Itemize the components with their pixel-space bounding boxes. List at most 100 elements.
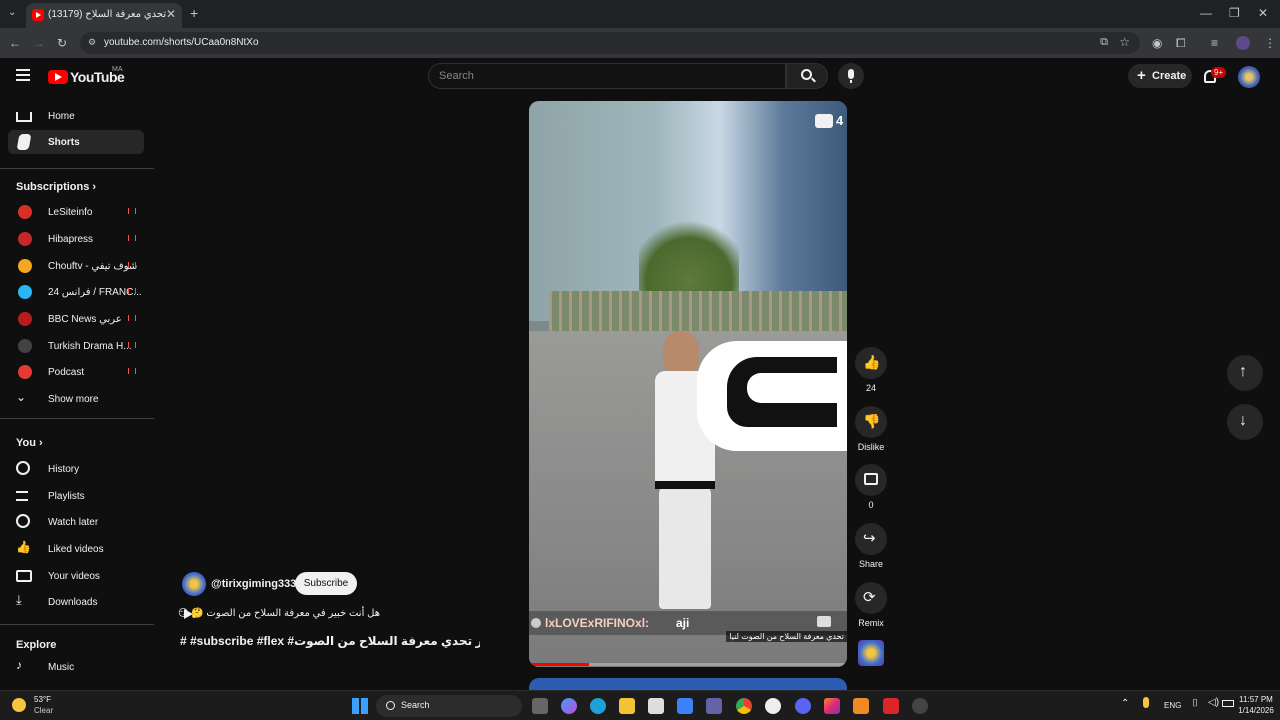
weather-icon[interactable] [12, 698, 26, 712]
sound-thumbnail[interactable] [858, 640, 884, 666]
sidebar-item-your-videos[interactable]: Your videos [8, 564, 144, 588]
shorts-video-player[interactable]: 4 lxLOVExRIFINOxl: aji تحدي معرفة السلاح… [529, 101, 847, 667]
file-explorer-icon[interactable] [619, 698, 635, 714]
windows-start-icon[interactable] [352, 698, 368, 714]
search-button[interactable] [786, 63, 828, 89]
tab-search-icon[interactable]: ⌄ [8, 7, 16, 18]
sidebar-item-channel[interactable]: LeSiteinfo [8, 200, 144, 224]
reading-list-icon[interactable]: ≡ [1211, 36, 1218, 50]
discord-icon[interactable] [795, 698, 811, 714]
minimize-icon[interactable]: — [1200, 6, 1212, 20]
channel-name: Podcast [48, 367, 85, 378]
store-icon[interactable] [648, 698, 664, 714]
video-icon [16, 570, 32, 582]
sidebar-item-home[interactable]: Home [8, 104, 144, 128]
volume-icon[interactable]: ◁) [1208, 697, 1219, 708]
comments-button[interactable] [855, 464, 887, 496]
reload-icon[interactable]: ↻ [57, 36, 67, 50]
youtube-play-icon [48, 70, 68, 84]
bookmark-star-icon[interactable]: ☆ [1119, 35, 1130, 49]
channel-name: BBC News عربي [48, 314, 122, 325]
account-avatar[interactable] [1238, 66, 1260, 88]
dislike-button[interactable]: 👎 [855, 406, 887, 438]
acrobat-icon[interactable] [883, 698, 899, 714]
sidebar-item-downloads[interactable]: ⤓ Downloads [8, 590, 144, 614]
new-tab-icon[interactable]: + [190, 5, 198, 21]
sidebar-item-channel[interactable]: 24 فرانس / FRANC... [8, 280, 144, 304]
search-input[interactable]: Search [428, 63, 786, 89]
app-icon[interactable] [765, 698, 781, 714]
battery-icon[interactable] [1222, 700, 1234, 707]
language-indicator[interactable]: ENG [1164, 701, 1181, 710]
teams-icon[interactable] [706, 698, 722, 714]
extension-icon[interactable]: ◉ [1152, 36, 1162, 50]
mic-icon [848, 69, 854, 79]
voice-search-button[interactable] [838, 63, 864, 89]
show-more-button[interactable]: ⌄ Show more [8, 387, 144, 411]
video-progress-bar[interactable] [529, 663, 847, 666]
menu-kebab-icon[interactable]: ⋮ [1264, 36, 1276, 50]
search-icon [386, 701, 395, 710]
clock-date[interactable]: 1/14/2026 [1234, 706, 1278, 715]
video-title[interactable]: # #subscribe #flex #اكسبلور تحدي معرفة ا… [180, 634, 480, 648]
chevron-up-icon[interactable]: ⌃ [1121, 698, 1129, 709]
subscriptions-heading[interactable]: Subscriptions › [16, 181, 96, 193]
network-icon[interactable]: ⌷ [1192, 698, 1198, 709]
share-label: Share [858, 559, 884, 569]
app-icon[interactable] [853, 698, 869, 714]
video-overlay-graphic [697, 341, 847, 451]
maximize-icon[interactable]: ❐ [1229, 6, 1240, 20]
cast-icon[interactable]: ⧉ [1100, 36, 1108, 49]
create-button[interactable]: + Create [1128, 64, 1192, 88]
sidebar-item-liked-videos[interactable]: 👍 Liked videos [8, 537, 144, 561]
dislike-label: Dislike [857, 442, 885, 452]
hamburger-menu-icon[interactable] [16, 69, 30, 81]
instagram-icon[interactable] [824, 698, 840, 714]
share-button[interactable]: ↪ [855, 523, 887, 555]
sidebar-item-channel[interactable]: Hibapress [8, 227, 144, 251]
tab-close-icon[interactable]: ✕ [166, 7, 176, 21]
like-button[interactable]: 👍 [855, 347, 887, 379]
channel-handle[interactable]: @tirixgiming333 [211, 578, 296, 590]
sidebar-item-playlists[interactable]: Playlists [8, 484, 144, 508]
browser-tab[interactable]: (13179) تحدي معرفة السلاح ✕ [26, 3, 182, 28]
sidebar-item-channel[interactable]: Chouftv - شوف تيفي [8, 254, 144, 278]
app-icon[interactable] [912, 698, 928, 714]
sidebar-item-history[interactable]: History [8, 457, 144, 481]
next-short-button[interactable]: ↓ [1227, 404, 1263, 440]
previous-short-button[interactable]: ↑ [1227, 355, 1263, 391]
sidebar-item-channel[interactable]: Podcast [8, 360, 144, 384]
country-code: MA [112, 66, 123, 73]
channel-avatar [18, 232, 32, 246]
site-info-icon[interactable]: ⚙ [88, 37, 96, 48]
channel-avatar[interactable] [182, 572, 206, 596]
channel-avatar [18, 312, 32, 326]
sidebar-item-music[interactable]: ♪ Music [8, 655, 144, 679]
taskbar-search[interactable]: Search [376, 695, 522, 717]
sidebar-item-shorts[interactable]: Shorts [8, 130, 144, 154]
copilot-icon[interactable] [561, 698, 577, 714]
sidebar-item-channel[interactable]: Turkish Drama H... [8, 334, 144, 358]
sidebar-item-channel[interactable]: BBC News عربي [8, 307, 144, 331]
subscribe-button[interactable]: Subscribe [295, 572, 357, 595]
mail-icon[interactable] [677, 698, 693, 714]
live-indicator-icon [128, 288, 136, 294]
youtube-logo[interactable]: YouTube MA [48, 66, 138, 85]
chrome-icon[interactable] [736, 698, 752, 714]
task-view-icon[interactable] [532, 698, 548, 714]
forward-icon[interactable]: → [33, 36, 45, 50]
sidebar: Home Shorts Subscriptions › LeSiteinfo H… [0, 96, 154, 690]
sidebar-item-watch-later[interactable]: Watch later [8, 510, 144, 534]
edge-icon[interactable] [590, 698, 606, 714]
address-bar[interactable]: ⚙ youtube.com/shorts/UCaa0n8NtXo ☆ ⧉ [80, 32, 1140, 54]
profile-avatar[interactable] [1236, 36, 1250, 50]
puzzle-icon[interactable]: ⧠ [1176, 36, 1186, 51]
sidebar-item-label: Home [48, 111, 75, 122]
channel-name: Hibapress [48, 234, 94, 245]
mic-tray-icon[interactable] [1143, 697, 1149, 708]
window-close-icon[interactable]: ✕ [1258, 6, 1268, 20]
back-icon[interactable]: ← [9, 36, 21, 50]
you-heading[interactable]: You › [16, 437, 43, 449]
remix-button[interactable]: ⟳ [855, 582, 887, 614]
clock-time[interactable]: 11:57 PM [1234, 695, 1278, 704]
